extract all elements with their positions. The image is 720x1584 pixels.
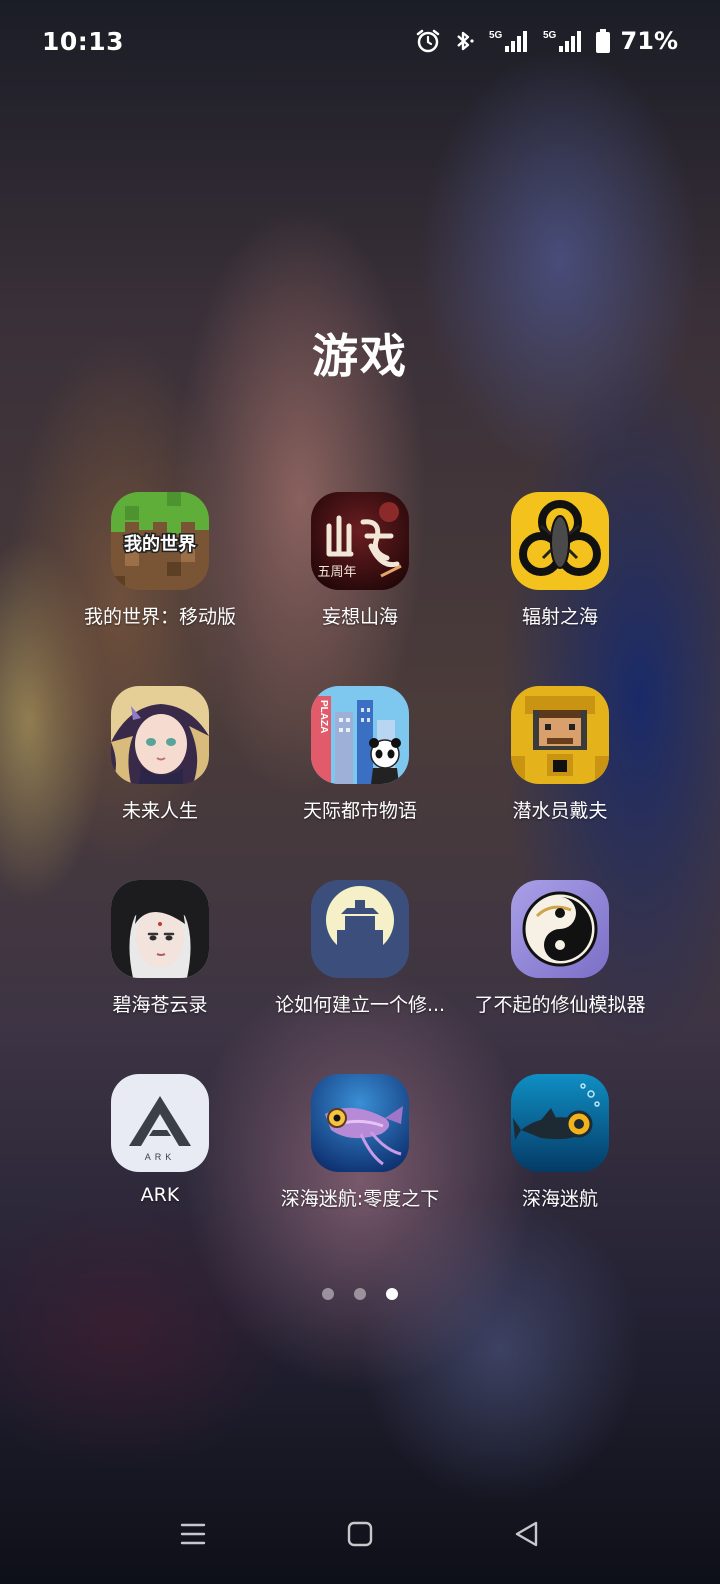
folder-title[interactable]: 游戏 <box>0 320 720 386</box>
taiji-icon[interactable] <box>511 880 609 978</box>
biohazard-icon[interactable] <box>511 492 609 590</box>
alarm-icon <box>415 27 441 55</box>
plaza-sign: PLAZA <box>318 700 329 733</box>
anime-girl-icon[interactable] <box>111 686 209 784</box>
moon-palace-icon[interactable] <box>311 880 409 978</box>
signal-label: 5G <box>489 30 503 41</box>
city-panda-icon[interactable]: PLAZA <box>311 686 409 784</box>
app-fushe-zhihai[interactable]: 辐射之海 <box>460 492 660 658</box>
signal-5g-icon: 5G <box>487 27 531 55</box>
diver-dave-icon[interactable] <box>511 686 609 784</box>
app-lun-ruhe-jianli[interactable]: 论如何建立一个修... <box>260 880 460 1046</box>
signal-label: 5G <box>543 30 557 41</box>
battery-icon <box>595 27 611 55</box>
signal-5g-icon: 5G <box>541 27 585 55</box>
subnautica-fish-icon[interactable] <box>511 1074 609 1172</box>
app-label: 了不起的修仙模拟器 <box>474 994 646 1016</box>
app-minecraft[interactable]: 我的世界 我的世界：移动版 <box>60 492 260 658</box>
page-dot-active[interactable] <box>386 1288 398 1300</box>
app-ark[interactable]: ARK ARK <box>60 1074 260 1240</box>
ink-character-icon[interactable] <box>111 880 209 978</box>
app-label: 论如何建立一个修... <box>274 994 446 1016</box>
minecraft-icon-text: 我的世界 <box>124 533 196 555</box>
app-label: 辐射之海 <box>521 606 598 628</box>
app-label: 深海迷航:零度之下 <box>280 1188 440 1210</box>
app-grid: 我的世界 我的世界：移动版 五周年 妄想山海 辐射之海 未来人生 PLAZA 天… <box>60 492 660 1240</box>
bluetooth-icon <box>451 27 477 55</box>
below-zero-fish-icon[interactable] <box>311 1074 409 1172</box>
app-bihai-cangyun[interactable]: 碧海苍云录 <box>60 880 260 1046</box>
page-dot[interactable] <box>354 1288 366 1300</box>
shanhai-icon[interactable]: 五周年 <box>311 492 409 590</box>
app-qianshuiyuan-daifu[interactable]: 潜水员戴夫 <box>460 686 660 852</box>
page-indicator[interactable] <box>0 1288 720 1300</box>
ark-logo-text: ARK <box>145 1152 176 1162</box>
app-label: 我的世界：移动版 <box>83 606 236 628</box>
navigation-bar <box>0 1510 720 1558</box>
app-label: 天际都市物语 <box>302 800 417 822</box>
shanhai-icon-text: 五周年 <box>317 565 356 580</box>
app-label: 妄想山海 <box>321 606 398 628</box>
clock: 10:13 <box>42 26 125 56</box>
app-label: 碧海苍云录 <box>112 994 208 1016</box>
app-subnautica[interactable]: 深海迷航 <box>460 1074 660 1240</box>
app-tianji-dushi[interactable]: PLAZA 天际都市物语 <box>260 686 460 852</box>
app-wangxiang-shanhai[interactable]: 五周年 妄想山海 <box>260 492 460 658</box>
page-dot[interactable] <box>322 1288 334 1300</box>
menu-icon[interactable] <box>179 1520 207 1548</box>
app-label: 未来人生 <box>121 800 198 822</box>
app-label: 深海迷航 <box>521 1188 598 1210</box>
app-label: ARK <box>140 1184 180 1206</box>
back-icon[interactable] <box>513 1520 541 1548</box>
home-icon[interactable] <box>346 1520 374 1548</box>
status-bar: 10:13 5G 5G 71% <box>0 18 720 64</box>
minecraft-icon[interactable]: 我的世界 <box>111 492 209 590</box>
app-subnautica-below-zero[interactable]: 深海迷航:零度之下 <box>260 1074 460 1240</box>
app-xiuxian-moniqi[interactable]: 了不起的修仙模拟器 <box>460 880 660 1046</box>
battery-percent: 71% <box>620 27 678 55</box>
app-label: 潜水员戴夫 <box>512 800 608 822</box>
status-icons: 5G 5G 71% <box>415 27 678 55</box>
app-weilai-rensheng[interactable]: 未来人生 <box>60 686 260 852</box>
ark-logo-icon[interactable]: ARK <box>111 1074 209 1172</box>
